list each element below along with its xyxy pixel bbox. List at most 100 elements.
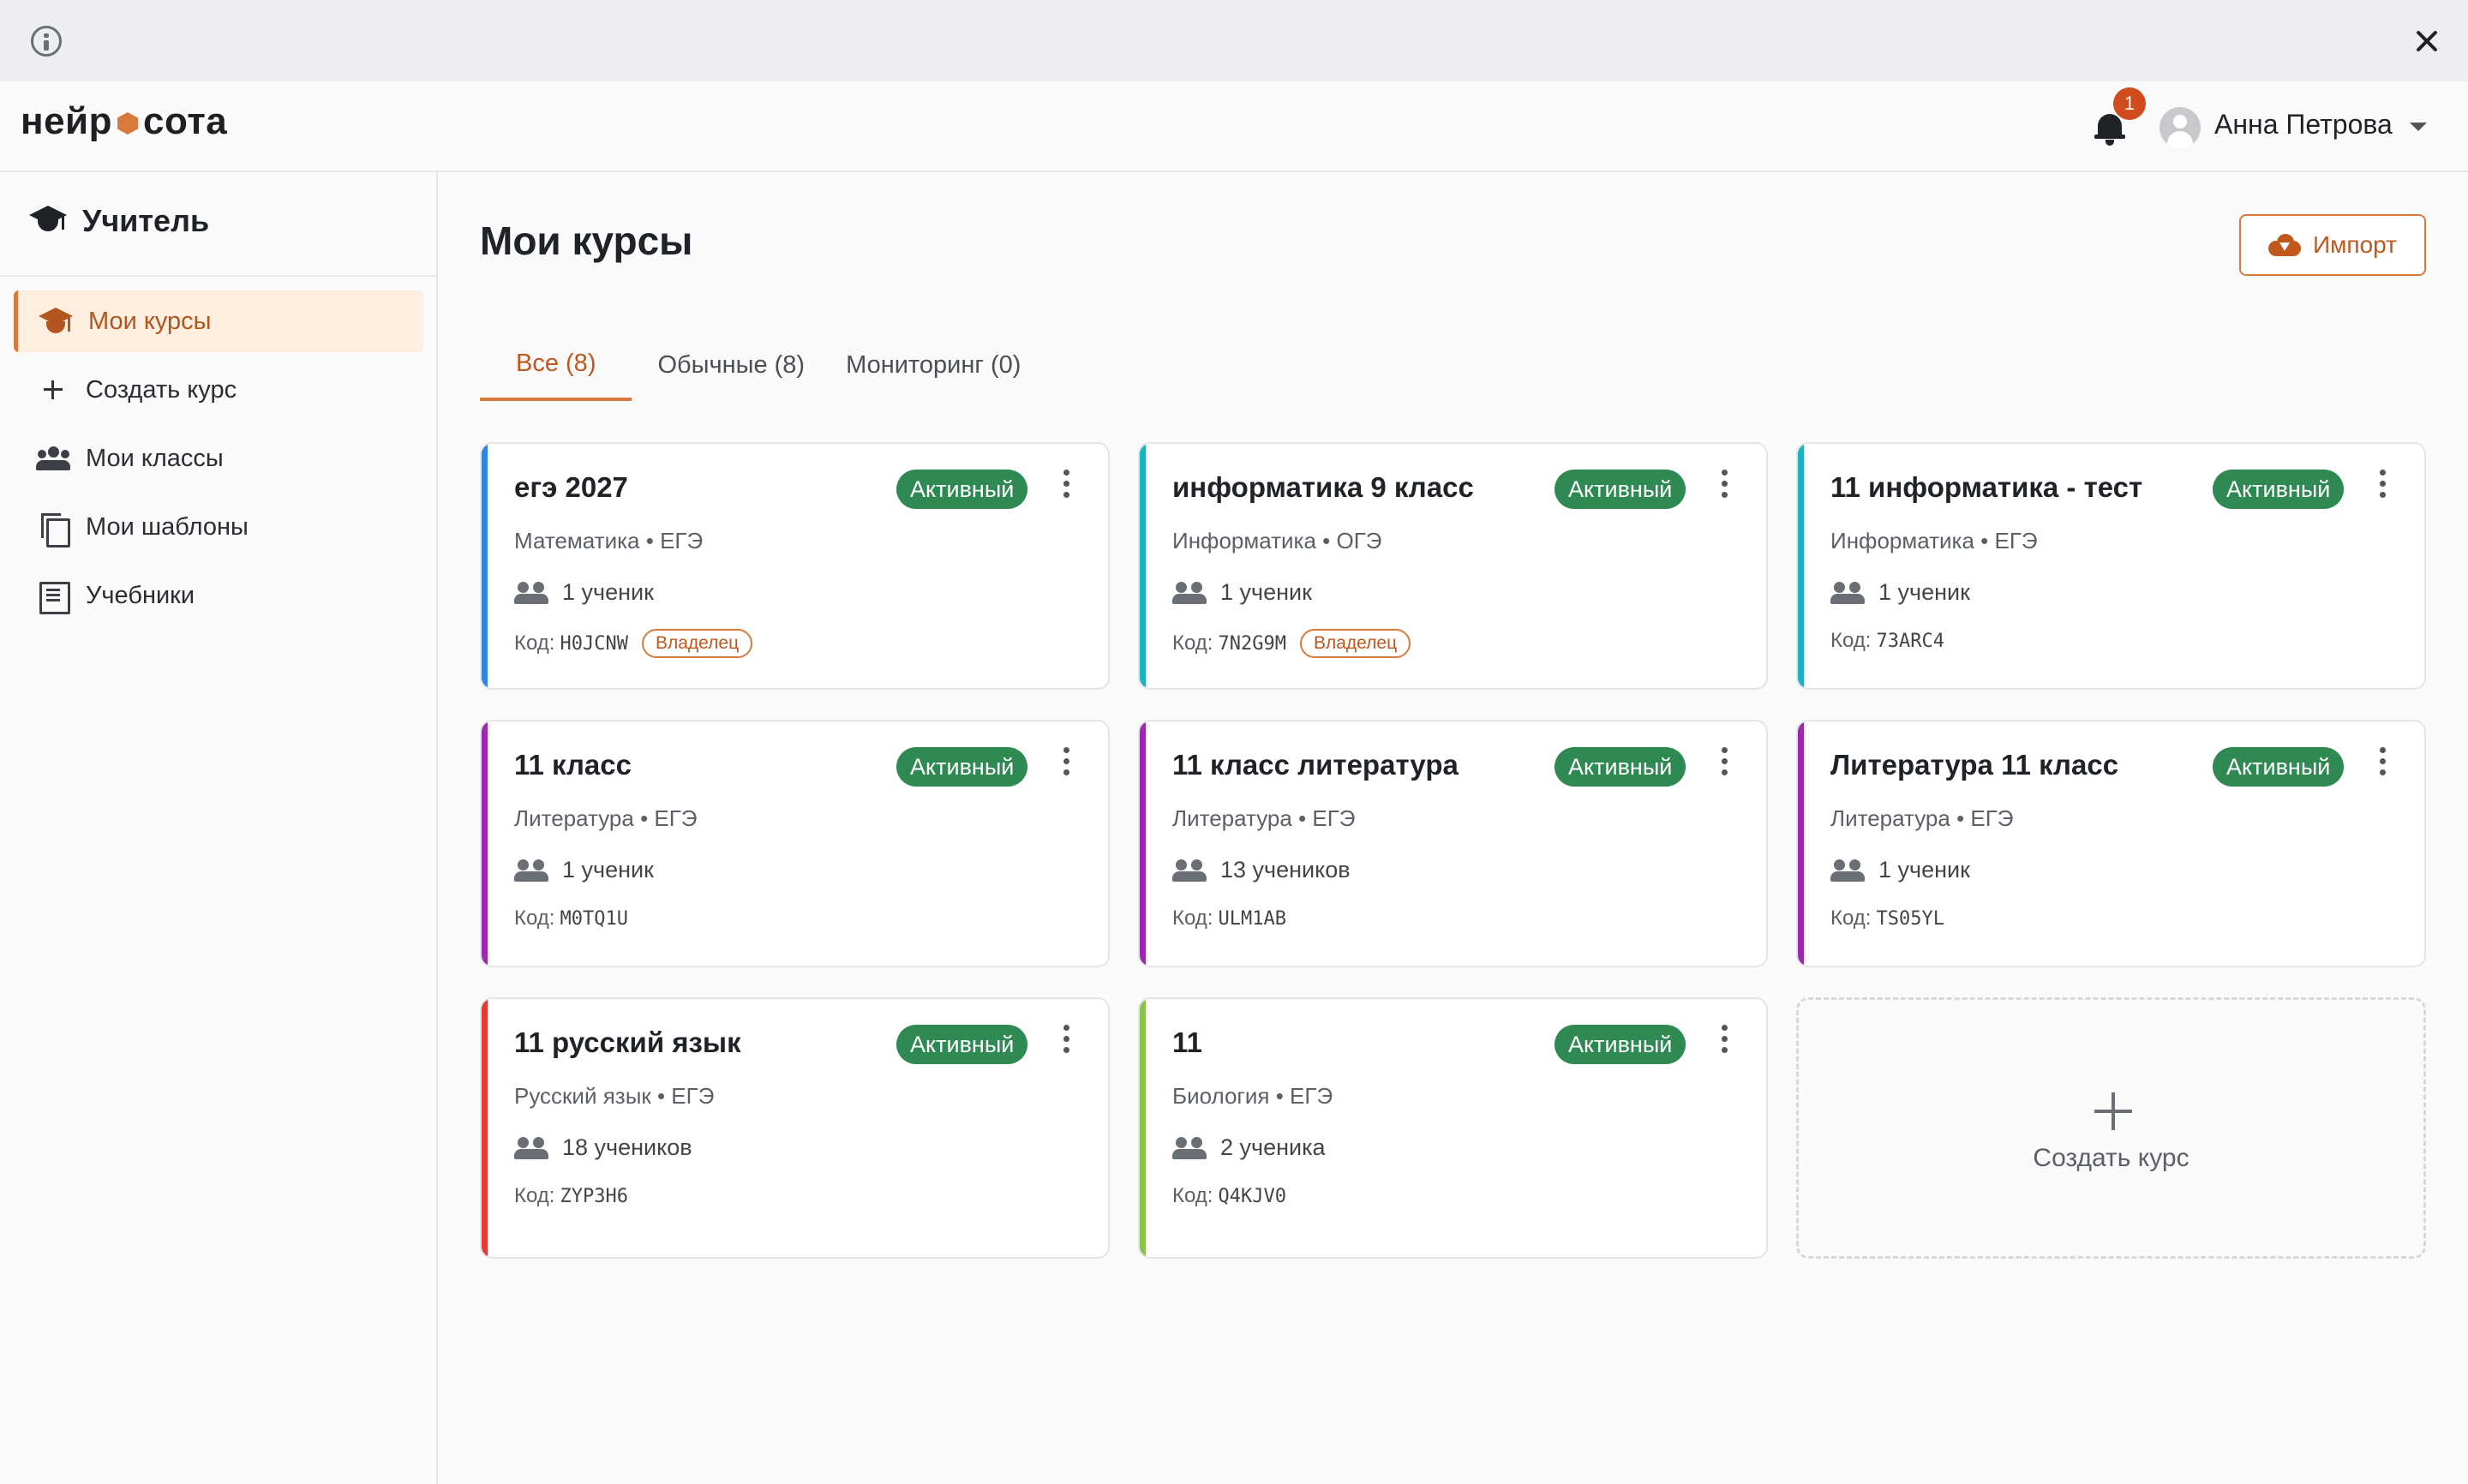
course-card[interactable]: егэ 2027 Активный Математика • ЕГЭ 1 ученик… [480,442,1110,690]
course-card[interactable]: 11 русский язык Активный Русский язык • ЕГ… [480,997,1110,1259]
code-value: 7N2G9M [1218,632,1286,655]
course-code: Код: ZYP3H6 [514,1184,628,1208]
course-card[interactable]: 11 информатика - тест Активный Информатика… [1796,442,2426,690]
user-name[interactable]: Анна Петрова [2214,109,2393,141]
course-color-stripe [1798,444,1804,688]
code-label: Код: [1830,907,1872,930]
course-title[interactable]: 11 класс [514,749,632,781]
course-card[interactable]: 11 Активный Биология • ЕГЭ 2 ученика Код: Q4K… [1138,997,1768,1259]
code-value: Q4KJV0 [1218,1185,1286,1207]
course-students: 1 ученик [514,857,654,883]
students-count: 1 ученик [1878,579,1970,605]
sidebar-item-textbooks[interactable]: Учебники [14,565,423,626]
graduation-cap-icon [39,306,73,337]
people-icon [1172,859,1207,882]
sidebar-item-label: Мои шаблоны [86,512,249,541]
course-subject: Математика • ЕГЭ [514,528,704,554]
course-title[interactable]: Литература 11 класс [1830,749,2118,781]
course-title[interactable]: 11 русский язык [514,1026,741,1059]
code-value: 73ARC4 [1876,630,1944,652]
tab-all[interactable]: Все (8) [480,329,632,401]
course-students: 18 учеников [514,1134,692,1161]
course-title[interactable]: 11 [1172,1026,1202,1059]
code-label: Код: [514,631,555,655]
more-vert-icon[interactable] [1061,470,1071,500]
close-icon[interactable] [2411,26,2442,57]
sidebar-item-my-classes[interactable]: Мои классы [14,428,423,489]
book-icon [36,578,70,614]
course-title[interactable]: 11 информатика - тест [1830,471,2142,504]
code-value: ULM1AB [1218,907,1286,930]
status-badge: Активный [1554,470,1686,509]
graduation-cap-icon [29,204,67,238]
people-icon [1172,581,1207,604]
chevron-down-icon[interactable] [2410,123,2427,131]
course-title[interactable]: 11 класс литература [1172,749,1459,781]
code-label: Код: [1172,1184,1213,1207]
code-value: H0JCNW [560,632,628,655]
logo[interactable]: нейр сота [21,100,227,143]
more-vert-icon[interactable] [2377,747,2387,778]
code-label: Код: [514,1184,555,1207]
code-value: M0TQ1U [560,907,628,930]
tab-regular[interactable]: Обычные (8) [632,329,817,401]
course-students: 1 ученик [1830,857,1970,883]
plus-icon [36,373,70,407]
more-vert-icon[interactable] [2377,470,2387,500]
owner-badge: Владелец [1299,629,1411,658]
people-icon [1830,581,1865,604]
sidebar-item-my-courses[interactable]: Мои курсы [14,290,423,352]
sidebar-item-label: Мои классы [86,444,224,472]
people-icon [514,581,548,604]
course-card[interactable]: 11 класс литература Активный Литература • … [1138,720,1768,967]
course-title[interactable]: егэ 2027 [514,471,628,504]
copy-icon [36,510,70,548]
sidebar-item-my-templates[interactable]: Мои шаблоны [14,496,423,558]
course-code: Код: 7N2G9M Владелец [1172,629,1411,658]
logo-text-left: нейр [21,100,112,142]
more-vert-icon[interactable] [1719,1025,1729,1056]
people-icon [1172,1136,1207,1159]
course-code: Код: M0TQ1U [514,907,628,930]
code-label: Код: [1172,907,1213,930]
course-students: 1 ученик [514,579,654,606]
status-badge: Активный [2213,470,2345,509]
course-color-stripe [1140,444,1146,688]
course-subject: Биология • ЕГЭ [1172,1083,1333,1109]
notification-badge: 1 [2113,87,2146,120]
course-tabs: Все (8) Обычные (8) Мониторинг (0) [480,329,1046,401]
course-color-stripe [482,999,488,1257]
sidebar-divider [0,275,438,277]
course-color-stripe [482,721,488,966]
course-subject: Литература • ЕГЭ [1830,805,2014,831]
import-button[interactable]: Импорт [2239,214,2426,276]
status-badge: Активный [2213,747,2345,787]
course-code: Код: Q4KJV0 [1172,1184,1286,1208]
sidebar-item-create-course[interactable]: Создать курс [14,359,423,421]
status-badge: Активный [1554,1025,1686,1064]
course-code: Код: TS05YL [1830,907,1944,930]
course-code: Код: 73ARC4 [1830,629,1944,653]
more-vert-icon[interactable] [1061,747,1071,778]
course-students: 1 ученик [1830,579,1970,606]
course-card[interactable]: 11 класс Активный Литература • ЕГЭ 1 ученик… [480,720,1110,967]
status-badge: Активный [896,470,1028,509]
status-badge: Активный [896,1025,1028,1064]
course-card[interactable]: Литература 11 класс Активный Литература • … [1796,720,2426,967]
more-vert-icon[interactable] [1061,1025,1071,1056]
create-course-card[interactable]: Создать курс [1796,997,2426,1259]
course-subject: Русский язык • ЕГЭ [514,1083,715,1109]
logo-text-right: сота [142,100,228,142]
students-count: 1 ученик [1878,857,1970,883]
course-title[interactable]: информатика 9 класс [1172,471,1474,504]
tab-monitoring[interactable]: Мониторинг (0) [817,329,1046,401]
course-subject: Информатика • ЕГЭ [1830,528,2038,554]
course-card[interactable]: информатика 9 класс Активный Информатика •… [1138,442,1768,690]
more-vert-icon[interactable] [1719,747,1729,778]
code-label: Код: [514,907,555,930]
people-icon [36,441,70,476]
avatar[interactable] [2160,107,2201,148]
more-vert-icon[interactable] [1719,470,1729,500]
sidebar-title: Учитель [29,203,209,239]
info-icon[interactable] [31,26,62,57]
